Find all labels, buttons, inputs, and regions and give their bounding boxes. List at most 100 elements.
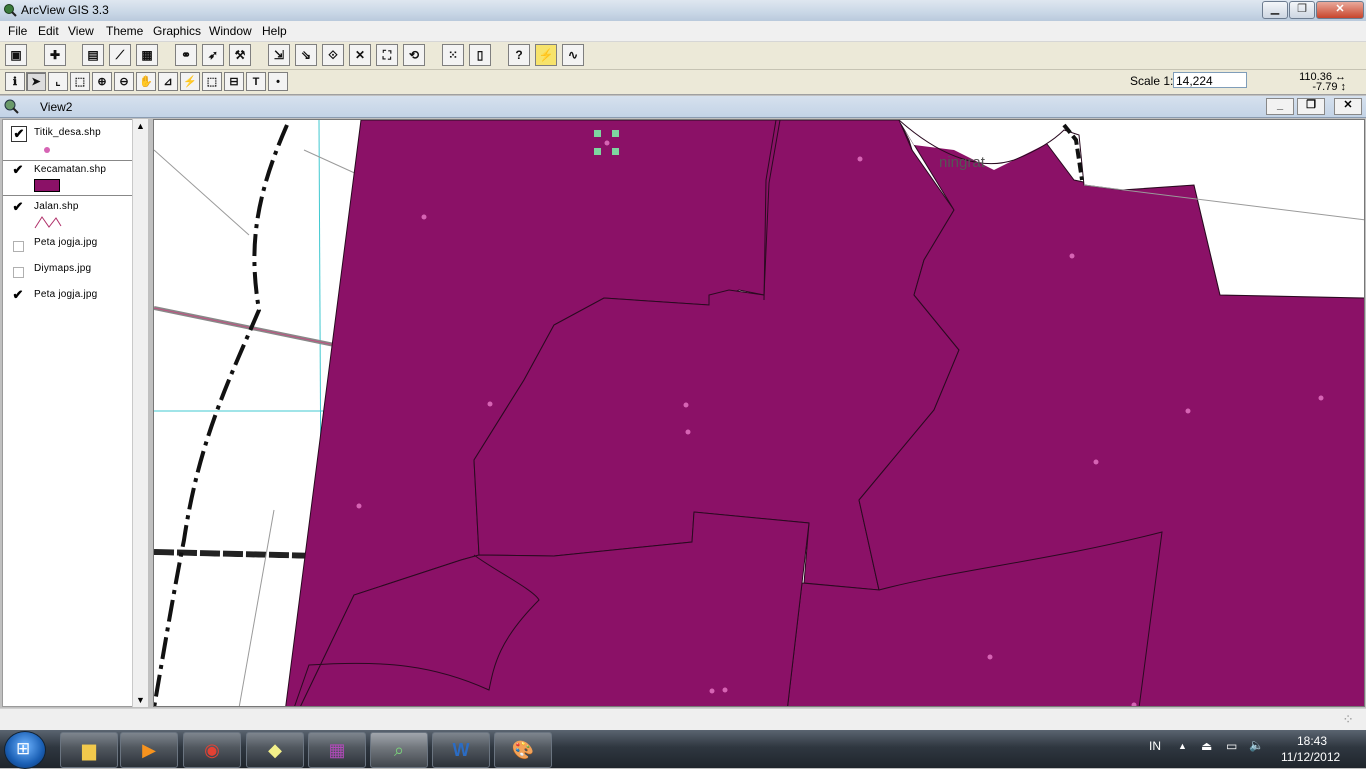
village-point[interactable] xyxy=(1185,408,1191,414)
menu-edit[interactable]: Edit xyxy=(38,24,59,38)
village-point[interactable] xyxy=(421,214,427,220)
help-button[interactable]: ? xyxy=(508,44,530,66)
village-point[interactable] xyxy=(1093,459,1099,465)
scroll-down-icon[interactable]: ▼ xyxy=(136,695,145,705)
taskbar-paint[interactable]: 🎨 xyxy=(494,732,552,768)
layer-visibility-checkbox[interactable]: ✔ xyxy=(11,200,25,214)
toc-scrollbar[interactable]: ▲ ▼ xyxy=(132,119,148,707)
selection-handle[interactable] xyxy=(612,130,619,137)
resize-grip-icon[interactable]: ⁘ xyxy=(1342,711,1354,728)
safely-remove-icon[interactable]: ⏏ xyxy=(1201,739,1212,753)
hotlink-tool[interactable]: ⚡ xyxy=(180,72,200,91)
zoom-previous-button[interactable]: ⟲ xyxy=(403,44,425,66)
maximize-button[interactable]: ❐ xyxy=(1289,1,1315,19)
area-select-icon: ⬚ xyxy=(206,76,218,88)
zoom-selected-button[interactable]: ⟐ xyxy=(322,44,344,66)
village-point[interactable] xyxy=(987,654,993,660)
view-restore-button[interactable]: ❐ xyxy=(1297,98,1325,115)
view-close-button[interactable]: ✕ xyxy=(1334,98,1362,115)
theme-properties-button[interactable]: ▤ xyxy=(82,44,104,66)
village-point[interactable] xyxy=(356,503,362,509)
query-button[interactable]: ⚒ xyxy=(229,44,251,66)
menu-view[interactable]: View xyxy=(68,24,94,38)
village-point[interactable] xyxy=(857,156,863,162)
edit-legend-button[interactable]: ⟋ xyxy=(109,44,131,66)
clock-date[interactable]: 11/12/2012 xyxy=(1281,750,1340,764)
layer-jalan[interactable]: ✔ Jalan.shp xyxy=(3,198,132,232)
village-point[interactable] xyxy=(685,429,691,435)
select-feature-tool[interactable]: ⬚ xyxy=(70,72,90,91)
selection-handle[interactable] xyxy=(594,130,601,137)
taskbar-winrar[interactable]: ▦ xyxy=(308,732,366,768)
selection-handle[interactable] xyxy=(594,148,601,155)
layer-visibility-checkbox[interactable] xyxy=(13,241,24,252)
pan-tool[interactable]: ✋ xyxy=(136,72,156,91)
locate-button[interactable]: ➶ xyxy=(202,44,224,66)
layer-titik-desa[interactable]: ✔ Titik_desa.shp xyxy=(3,124,132,158)
hotlink-button[interactable]: ⚡ xyxy=(535,44,557,66)
village-point[interactable] xyxy=(604,140,610,146)
language-indicator[interactable]: IN xyxy=(1149,739,1161,753)
zoom-active-button[interactable]: ⇘ xyxy=(295,44,317,66)
layer-visibility-checkbox[interactable]: ✔ xyxy=(11,126,27,142)
scroll-up-icon[interactable]: ▲ xyxy=(136,121,145,131)
menu-theme[interactable]: Theme xyxy=(106,24,143,38)
scale-input[interactable]: 14,224 xyxy=(1173,72,1247,88)
layer-visibility-checkbox[interactable] xyxy=(13,267,24,278)
taskbar-sticky-notes[interactable]: ◆ xyxy=(246,732,304,768)
point-draw-tool[interactable]: • xyxy=(268,72,288,91)
selection-handle[interactable] xyxy=(612,148,619,155)
close-button[interactable]: ✕ xyxy=(1316,1,1364,19)
save-button[interactable]: ▣ xyxy=(5,44,27,66)
zoom-active-icon: ⇘ xyxy=(300,48,312,62)
pointer-tool[interactable]: ➤ xyxy=(26,72,46,91)
draw-button[interactable]: ∿ xyxy=(562,44,584,66)
open-table-button[interactable]: ▦ xyxy=(136,44,158,66)
label-tool[interactable]: ⊟ xyxy=(224,72,244,91)
layer-peta-jogja-1[interactable]: Peta jogja.jpg xyxy=(3,234,132,258)
find-button[interactable]: ⚭ xyxy=(175,44,197,66)
view-window-titlebar: View2 _ ❐ ✕ xyxy=(0,96,1366,118)
clock-time[interactable]: 18:43 xyxy=(1297,734,1327,748)
taskbar-word[interactable]: W xyxy=(432,732,490,768)
menu-file[interactable]: File xyxy=(8,24,27,38)
minimize-button[interactable]: ▁ xyxy=(1262,1,1288,19)
village-point[interactable] xyxy=(722,687,728,693)
zoom-in-fixed-button[interactable]: ✕ xyxy=(349,44,371,66)
show-hidden-icons-icon[interactable]: ▲ xyxy=(1178,741,1187,751)
map-canvas[interactable]: ningrat xyxy=(153,119,1365,707)
layer-visibility-checkbox[interactable]: ✔ xyxy=(11,288,25,302)
zoom-out-fixed-button[interactable]: ⛶ xyxy=(376,44,398,66)
text-tool[interactable]: T xyxy=(246,72,266,91)
add-theme-button[interactable]: ✚ xyxy=(44,44,66,66)
village-point[interactable] xyxy=(1069,253,1075,259)
layer-diymaps[interactable]: Diymaps.jpg xyxy=(3,260,132,284)
view-minimize-button[interactable]: _ xyxy=(1266,98,1294,115)
layer-visibility-checkbox[interactable]: ✔ xyxy=(11,163,25,177)
volume-icon[interactable]: 🔈 xyxy=(1249,738,1264,752)
village-point[interactable] xyxy=(709,688,715,694)
taskbar-explorer[interactable]: ▆ xyxy=(60,732,118,768)
measure-tool[interactable]: ⊿ xyxy=(158,72,178,91)
taskbar-arcview[interactable]: ⌕ xyxy=(370,732,428,768)
zoom-in-tool[interactable]: ⊕ xyxy=(92,72,112,91)
layer-peta-jogja-2[interactable]: ✔ Peta jogja.jpg xyxy=(3,286,132,310)
menu-graphics[interactable]: Graphics xyxy=(153,24,201,38)
select-none-button[interactable]: ⁙ xyxy=(442,44,464,66)
taskbar-chrome[interactable]: ◉ xyxy=(183,732,241,768)
start-button[interactable]: ⊞ xyxy=(4,731,46,769)
village-point[interactable] xyxy=(1318,395,1324,401)
menu-window[interactable]: Window xyxy=(209,24,252,38)
taskbar-media-player[interactable]: ▶ xyxy=(120,732,178,768)
zoom-out-tool[interactable]: ⊖ xyxy=(114,72,134,91)
layout-button[interactable]: ▯ xyxy=(469,44,491,66)
village-point[interactable] xyxy=(683,402,689,408)
vertex-edit-tool[interactable]: ⌞ xyxy=(48,72,68,91)
zoom-full-button[interactable]: ⇲ xyxy=(268,44,290,66)
menu-help[interactable]: Help xyxy=(262,24,287,38)
identify-tool[interactable]: ℹ xyxy=(5,72,25,91)
layer-kecamatan[interactable]: ✔ Kecamatan.shp xyxy=(3,160,132,196)
village-point[interactable] xyxy=(487,401,493,407)
network-icon[interactable]: ▭ xyxy=(1226,739,1237,753)
area-select-tool[interactable]: ⬚ xyxy=(202,72,222,91)
